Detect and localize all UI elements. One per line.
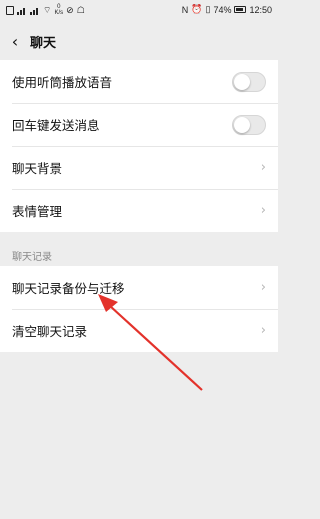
toggle-switch[interactable] [232,114,266,135]
setting-label: 回车键发送消息 [12,118,100,133]
setting-earpiece-voice[interactable]: 使用听筒播放语音 [0,60,278,103]
chevron-right-icon: › [260,280,266,295]
status-bar: ⌔ 0 K/s ⊘ ☖ N ⏰ ▯ 74% 12:50 [0,0,278,22]
header: ‹ 聊天 [0,22,278,60]
toggle-knob [234,73,250,90]
setting-label: 聊天记录备份与迁移 [12,281,125,296]
chevron-right-icon: › [260,203,266,218]
toggle-knob [234,116,250,133]
cat-icon: ☖ [76,4,85,15]
page-title: 聊天 [30,35,57,51]
muted-icon: ⊘ [66,4,74,15]
clock: 12:50 [249,4,272,15]
speed-icon: 0 K/s [54,4,63,16]
wifi-icon: ⌔ [43,4,52,15]
status-bar-right: N ⏰ ▯ 74% 12:50 [182,4,272,15]
signal-icon [17,6,27,15]
chevron-right-icon: › [260,160,266,175]
toggle-switch[interactable] [232,71,266,92]
setting-label: 聊天背景 [12,161,63,176]
setting-label: 清空聊天记录 [12,324,88,339]
chat-history-group: 聊天记录备份与迁移 › 清空聊天记录 › [0,266,278,352]
speed-unit: K/s [54,10,64,16]
setting-sticker-management[interactable]: 表情管理 › [0,189,278,232]
setting-clear-chat-history[interactable]: 清空聊天记录 › [0,309,278,352]
setting-enter-send[interactable]: 回车键发送消息 [0,103,278,146]
setting-label: 使用听筒播放语音 [12,75,113,90]
signal-icon [30,6,40,15]
battery-icon [234,6,247,13]
nfc-icon: N [181,4,189,15]
chevron-right-icon: › [260,323,266,338]
status-bar-left: ⌔ 0 K/s ⊘ ☖ [6,4,85,16]
setting-chat-background[interactable]: 聊天背景 › [0,146,278,189]
setting-label: 表情管理 [12,204,63,219]
alarm-icon: ⏰ [191,4,203,14]
battery-percent: 74% [213,4,232,15]
vibrate-icon: ▯ [205,4,211,14]
setting-chat-backup-migrate[interactable]: 聊天记录备份与迁移 › [0,266,278,309]
settings-group: 使用听筒播放语音 回车键发送消息 聊天背景 › 表情管理 › [0,60,278,232]
sim-icon [6,5,14,15]
back-arrow-icon[interactable]: ‹ [0,32,30,51]
section-label-chat-history: 聊天记录 [12,252,52,263]
